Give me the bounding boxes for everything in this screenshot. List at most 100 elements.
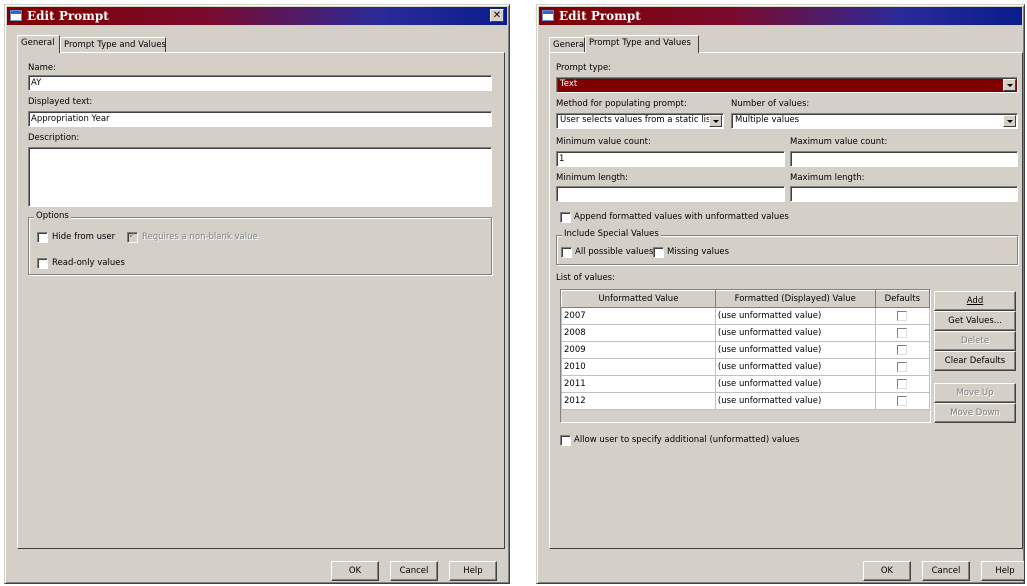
formatted-cell[interactable]: (use unformatted value)	[714, 307, 876, 325]
min-value-count-label: Minimum value count:	[556, 137, 651, 147]
default-checkbox[interactable]	[897, 344, 908, 355]
tab-prompt-type-and-values[interactable]: Prompt Type and Values	[585, 35, 699, 53]
missing-values-checkbox[interactable]	[653, 247, 664, 258]
table-row[interactable]: 2010 (use unformatted value)	[561, 358, 931, 376]
options-group: Options Hide from user ✓ Requires a non-…	[28, 211, 492, 275]
title-bar[interactable]: Edit Prompt ✕	[7, 7, 507, 25]
displayed-text-label: Displayed text:	[28, 97, 93, 107]
defaults-cell	[874, 341, 931, 359]
min-value-count-input[interactable]: 1	[556, 151, 785, 167]
max-value-count-input[interactable]	[790, 151, 1018, 167]
description-textarea[interactable]	[28, 147, 492, 207]
unformatted-cell[interactable]: 2008	[561, 324, 716, 342]
cancel-button[interactable]: Cancel	[390, 561, 438, 581]
table-row[interactable]: 2009 (use unformatted value)	[561, 341, 931, 359]
edit-prompt-dialog-prompt-type: Edit Prompt General Prompt Type and Valu…	[536, 4, 1025, 584]
unformatted-cell[interactable]: 2007	[561, 307, 716, 325]
cancel-button[interactable]: Cancel	[922, 561, 970, 581]
all-possible-values-checkbox[interactable]	[561, 247, 572, 258]
clear-defaults-button[interactable]: Clear Defaults	[934, 351, 1016, 371]
defaults-cell	[874, 358, 931, 376]
default-checkbox[interactable]	[897, 378, 908, 389]
help-button[interactable]: Help	[449, 561, 497, 581]
chevron-down-icon[interactable]	[709, 115, 722, 127]
list-of-values-label: List of values:	[556, 273, 615, 283]
window-icon	[10, 10, 22, 21]
displayed-text-input[interactable]: Appropriation Year	[28, 111, 492, 127]
defaults-cell	[874, 324, 931, 342]
missing-values-label: Missing values	[667, 247, 730, 257]
max-value-count-label: Maximum value count:	[790, 137, 888, 147]
method-select[interactable]: User selects values from a static list	[556, 113, 724, 129]
values-table: Unformatted Value Formatted (Displayed) …	[561, 290, 931, 410]
unformatted-cell[interactable]: 2011	[561, 375, 716, 393]
requires-non-blank-checkbox[interactable]: ✓	[127, 230, 138, 243]
table-row[interactable]: 2012 (use unformatted value)	[561, 392, 931, 410]
add-button[interactable]: Add	[934, 291, 1016, 311]
all-possible-values-label: All possible values	[575, 247, 654, 257]
window-title: Edit Prompt	[559, 9, 641, 23]
close-button[interactable]: ✕	[490, 9, 504, 22]
defaults-cell	[874, 307, 931, 325]
chevron-down-icon[interactable]	[1003, 115, 1016, 127]
unformatted-cell[interactable]: 2009	[561, 341, 716, 359]
hide-from-user-checkbox[interactable]	[37, 232, 48, 243]
max-length-input[interactable]	[790, 186, 1018, 202]
title-bar[interactable]: Edit Prompt	[539, 7, 1022, 25]
default-checkbox[interactable]	[897, 361, 908, 372]
unformatted-cell[interactable]: 2010	[561, 358, 716, 376]
formatted-cell[interactable]: (use unformatted value)	[714, 341, 876, 359]
tab-prompt-type-and-values[interactable]: Prompt Type and Values	[60, 37, 166, 52]
formatted-cell[interactable]: (use unformatted value)	[714, 392, 876, 410]
min-length-label: Minimum length:	[556, 173, 629, 183]
name-input[interactable]: AY	[28, 75, 492, 91]
max-length-label: Maximum length:	[790, 173, 865, 183]
defaults-cell	[874, 392, 931, 410]
tab-general[interactable]: General	[549, 37, 587, 52]
help-button[interactable]: Help	[981, 561, 1024, 581]
table-row[interactable]: 2007 (use unformatted value)	[561, 307, 931, 325]
hide-from-user-label: Hide from user	[52, 232, 116, 242]
method-value: User selects values from a static list	[560, 115, 714, 125]
move-up-button[interactable]: Move Up	[934, 383, 1016, 403]
default-checkbox[interactable]	[897, 395, 908, 406]
get-values-button[interactable]: Get Values...	[934, 311, 1016, 331]
name-label: Name:	[28, 63, 56, 73]
unformatted-cell[interactable]: 2012	[561, 392, 716, 410]
window-title: Edit Prompt	[27, 9, 109, 23]
general-panel: Name: AY Displayed text: Appropriation Y…	[17, 52, 505, 549]
ok-button[interactable]: OK	[331, 561, 379, 581]
number-of-values-select[interactable]: Multiple values	[731, 113, 1018, 129]
method-label: Method for populating prompt:	[556, 99, 687, 109]
special-values-legend: Include Special Values	[562, 229, 661, 239]
formatted-cell[interactable]: (use unformatted value)	[714, 324, 876, 342]
allow-additional-values-checkbox[interactable]	[560, 435, 571, 446]
tab-general[interactable]: General	[17, 35, 60, 53]
formatted-cell[interactable]: (use unformatted value)	[714, 358, 876, 376]
col-formatted-value[interactable]: Formatted (Displayed) Value	[714, 290, 876, 308]
ok-button[interactable]: OK	[863, 561, 911, 581]
allow-additional-values-label: Allow user to specify additional (unform…	[574, 435, 800, 445]
table-row[interactable]: 2008 (use unformatted value)	[561, 324, 931, 342]
delete-button[interactable]: Delete	[934, 331, 1016, 351]
default-checkbox[interactable]	[897, 327, 908, 338]
append-formatted-label: Append formatted values with unformatted…	[574, 212, 789, 222]
checkmark-icon: ✓	[128, 230, 137, 241]
requires-non-blank-label: Requires a non-blank value	[142, 232, 258, 242]
default-checkbox[interactable]	[897, 310, 908, 321]
read-only-values-checkbox[interactable]	[37, 258, 48, 269]
col-defaults[interactable]: Defaults	[874, 290, 931, 308]
prompt-type-panel: Prompt type: Text Method for populating …	[549, 52, 1023, 549]
append-formatted-checkbox[interactable]	[560, 212, 571, 223]
move-down-button[interactable]: Move Down	[934, 403, 1016, 423]
min-length-input[interactable]	[556, 186, 785, 202]
formatted-cell[interactable]: (use unformatted value)	[714, 375, 876, 393]
values-table-frame: Unformatted Value Formatted (Displayed) …	[560, 289, 931, 423]
prompt-type-select[interactable]: Text	[556, 77, 1018, 93]
table-row[interactable]: 2011 (use unformatted value)	[561, 375, 931, 393]
read-only-values-label: Read-only values	[52, 258, 125, 268]
defaults-cell	[874, 375, 931, 393]
prompt-type-label: Prompt type:	[556, 63, 612, 73]
chevron-down-icon[interactable]	[1003, 79, 1016, 91]
col-unformatted-value[interactable]: Unformatted Value	[561, 290, 716, 308]
